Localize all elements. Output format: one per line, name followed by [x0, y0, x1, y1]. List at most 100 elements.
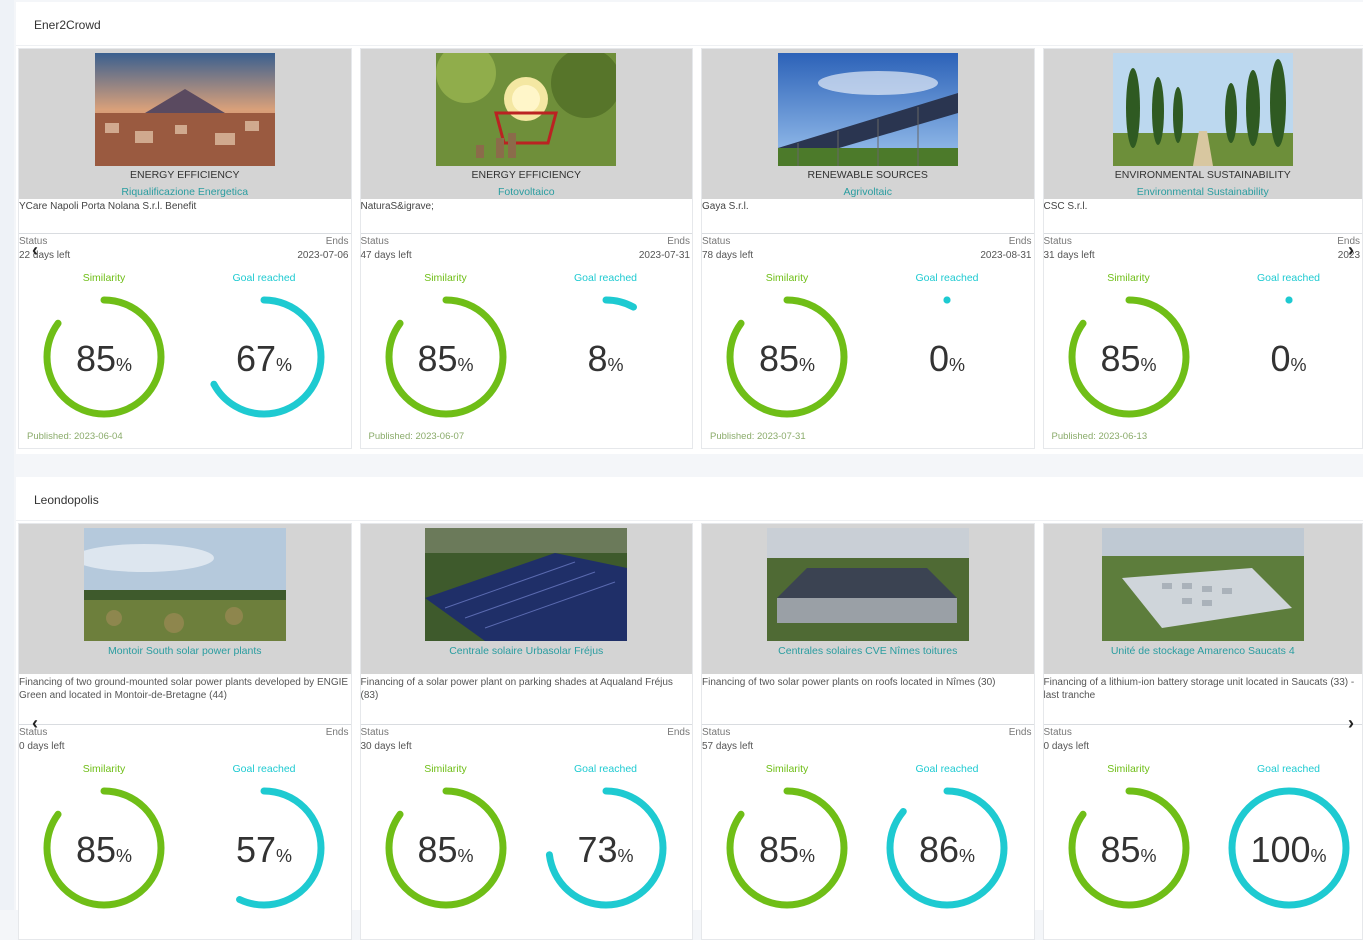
ends-label: Ends: [1009, 727, 1032, 738]
goal-reached-label: Goal reached: [209, 272, 319, 284]
project-title-link[interactable]: Centrale solaire Urbasolar Fréjus: [361, 645, 693, 657]
project-card[interactable]: ENERGY EFFICIENCY Fotovoltaico NaturaS&i…: [360, 48, 694, 449]
project-subtitle-link[interactable]: Agrivoltaic: [702, 186, 1034, 198]
status-label: Status: [361, 236, 389, 247]
similarity-label: Similarity: [1074, 763, 1184, 775]
status-row: Status 57 days left Ends: [702, 725, 1034, 757]
chevron-right-icon[interactable]: ›: [1348, 240, 1354, 261]
project-description: Financing of a solar power plant on park…: [361, 674, 693, 724]
goal-value: 67%: [199, 338, 329, 380]
chevron-left-icon[interactable]: ‹: [32, 713, 38, 734]
project-subtitle-link[interactable]: Fotovoltaico: [361, 186, 693, 198]
gauges-area: Similarity Goal reached 85% 8% Published…: [361, 266, 693, 448]
status-label: Status: [702, 236, 730, 247]
card-carousel: Montoir South solar power plants Financi…: [18, 523, 1363, 940]
project-category: ENERGY EFFICIENCY: [19, 169, 351, 181]
similarity-label: Similarity: [732, 272, 842, 284]
similarity-value: 85%: [39, 829, 169, 871]
ends-date: 2023-07-31: [639, 250, 690, 261]
chevron-right-icon[interactable]: ›: [1348, 713, 1354, 734]
project-card[interactable]: Centrales solaires CVE Nîmes toitures Fi…: [701, 523, 1035, 940]
project-description: Financing of a lithium-ion battery stora…: [1044, 674, 1363, 724]
status-label: Status: [1044, 236, 1072, 247]
similarity-value: 85%: [722, 829, 852, 871]
ends-date: 2023-07-06: [297, 250, 348, 261]
project-title-link[interactable]: Unité de stockage Amarenco Saucats 4: [1044, 645, 1363, 657]
section-title: Leondopolis: [16, 477, 1363, 521]
goal-value: 8%: [541, 338, 671, 380]
gauges-area: Similarity Goal reached 85% 0% Published…: [702, 266, 1034, 448]
gauges-area: Similarity Goal reached 85% 0% Published…: [1044, 266, 1363, 448]
project-photo: [95, 53, 275, 166]
ends-label: Ends: [326, 236, 349, 247]
goal-reached-label: Goal reached: [1234, 272, 1344, 284]
gauges-area: Similarity Goal reached 85% 67% Publishe…: [19, 266, 351, 448]
goal-value: 86%: [882, 829, 1012, 871]
project-card[interactable]: ENERGY EFFICIENCY Riqualificazione Energ…: [18, 48, 352, 449]
goal-value: 100%: [1224, 829, 1354, 871]
similarity-value: 85%: [381, 338, 511, 380]
project-subtitle-link[interactable]: Riqualificazione Energetica: [19, 186, 351, 198]
days-left: 22 days left: [19, 250, 70, 261]
goal-reached-label: Goal reached: [551, 763, 661, 775]
project-image-box: Centrale solaire Urbasolar Fréjus: [361, 524, 693, 674]
project-image-box: Montoir South solar power plants: [19, 524, 351, 674]
project-company: NaturaS&igrave;: [361, 199, 693, 233]
project-company: Gaya S.r.l.: [702, 199, 1034, 233]
days-left: 30 days left: [361, 741, 412, 752]
project-category: ENERGY EFFICIENCY: [361, 169, 693, 181]
section-title: Ener2Crowd: [16, 2, 1363, 46]
section-ener2crowd: Ener2Crowd ENERGY EFFICIENCY Riqualifica…: [16, 2, 1363, 454]
status-row: Status 0 days left: [1044, 725, 1363, 757]
project-category: ENVIRONMENTAL SUSTAINABILITY: [1044, 169, 1363, 181]
ends-date: 2023-08-31: [980, 250, 1031, 261]
days-left: 78 days left: [702, 250, 753, 261]
status-row: Status 0 days left Ends: [19, 725, 351, 757]
project-subtitle-link[interactable]: Environmental Sustainability: [1044, 186, 1363, 198]
similarity-value: 85%: [722, 338, 852, 380]
project-title-link[interactable]: Centrales solaires CVE Nîmes toitures: [702, 645, 1034, 657]
project-description: Financing of two ground-mounted solar po…: [19, 674, 351, 724]
status-label: Status: [702, 727, 730, 738]
project-photo: [1113, 53, 1293, 166]
status-row: Status 47 days left Ends 2023-07-31: [361, 234, 693, 266]
published-date: Published: 2023-06-13: [1052, 431, 1148, 442]
status-label: Status: [361, 727, 389, 738]
goal-reached-label: Goal reached: [551, 272, 661, 284]
chevron-left-icon[interactable]: ‹: [32, 240, 38, 261]
project-card[interactable]: ENVIRONMENTAL SUSTAINABILITY Environment…: [1043, 48, 1363, 449]
card-carousel: ENERGY EFFICIENCY Riqualificazione Energ…: [18, 48, 1363, 449]
project-image-box: ENVIRONMENTAL SUSTAINABILITY Environment…: [1044, 49, 1363, 199]
project-description: Financing of two solar power plants on r…: [702, 674, 1034, 724]
gauges-area: Similarity Goal reached 85% 73%: [361, 757, 693, 939]
similarity-value: 85%: [39, 338, 169, 380]
project-image-box: RENEWABLE SOURCES Agrivoltaic: [702, 49, 1034, 199]
status-row: Status 31 days left Ends 2023: [1044, 234, 1363, 266]
gauges-area: Similarity Goal reached 85% 57%: [19, 757, 351, 939]
project-card[interactable]: Centrale solaire Urbasolar Fréjus Financ…: [360, 523, 694, 940]
project-photo: [778, 53, 958, 166]
published-date: Published: 2023-06-07: [369, 431, 465, 442]
project-photo: [1102, 528, 1304, 641]
similarity-value: 85%: [1064, 338, 1194, 380]
section-leondopolis: Leondopolis Montoir South solar power pl…: [16, 477, 1363, 910]
similarity-label: Similarity: [49, 763, 159, 775]
published-date: Published: 2023-07-31: [710, 431, 806, 442]
project-photo: [425, 528, 627, 641]
project-image-box: Centrales solaires CVE Nîmes toitures: [702, 524, 1034, 674]
gauges-area: Similarity Goal reached 85% 86%: [702, 757, 1034, 939]
project-photo: [767, 528, 969, 641]
similarity-value: 85%: [1064, 829, 1194, 871]
goal-value: 57%: [199, 829, 329, 871]
goal-value: 0%: [1224, 338, 1354, 380]
goal-reached-label: Goal reached: [892, 763, 1002, 775]
project-company: YCare Napoli Porta Nolana S.r.l. Benefit: [19, 199, 351, 233]
project-card[interactable]: Unité de stockage Amarenco Saucats 4 Fin…: [1043, 523, 1363, 940]
project-card[interactable]: RENEWABLE SOURCES Agrivoltaic Gaya S.r.l…: [701, 48, 1035, 449]
similarity-label: Similarity: [391, 763, 501, 775]
project-title-link[interactable]: Montoir South solar power plants: [19, 645, 351, 657]
project-card[interactable]: Montoir South solar power plants Financi…: [18, 523, 352, 940]
left-sidebar-edge: [0, 0, 14, 910]
similarity-label: Similarity: [1074, 272, 1184, 284]
ends-label: Ends: [667, 236, 690, 247]
